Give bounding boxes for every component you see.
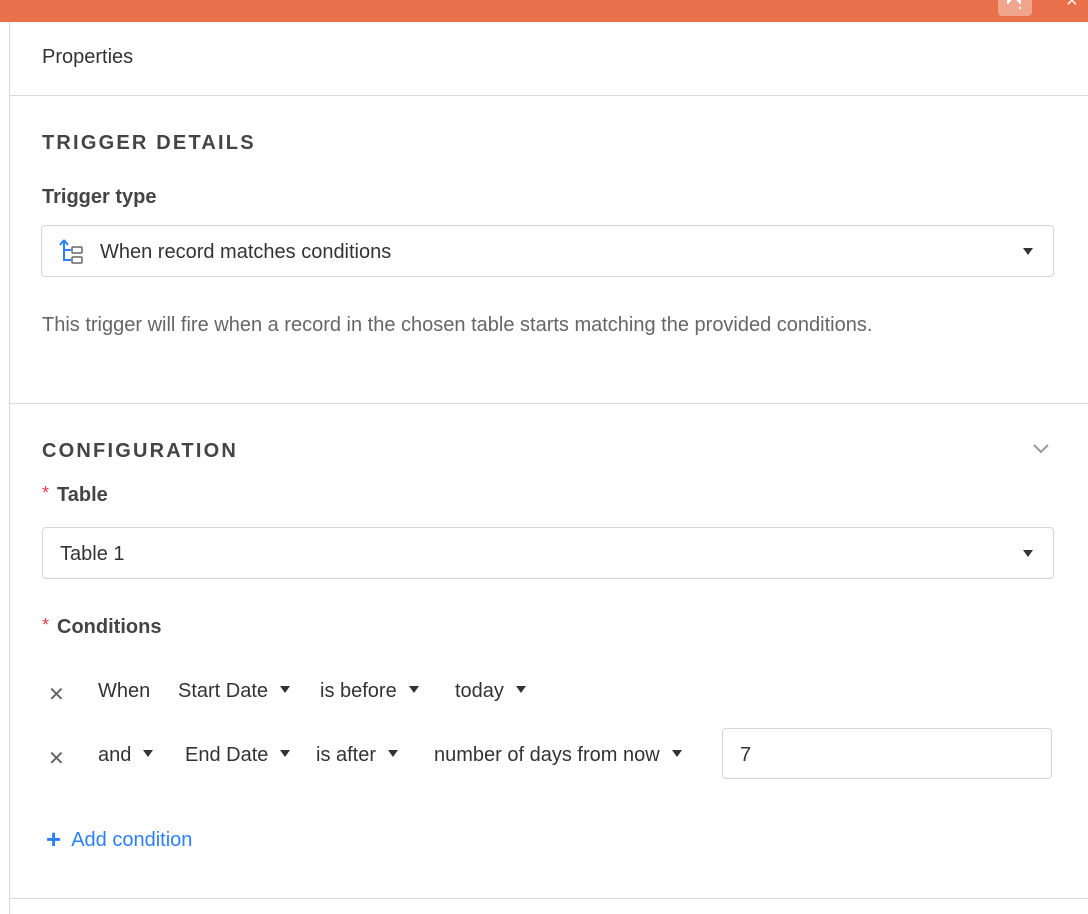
table-select-value: Table 1 [60,543,125,565]
condition-connector: When [98,680,151,702]
caret-down-icon [280,686,291,694]
condition-value-select[interactable]: today [455,680,526,703]
condition-value-select[interactable]: number of days from now [434,744,682,767]
condition-connector-select[interactable]: and [98,744,154,767]
condition-value: number of days from now [434,744,660,766]
condition-field-select[interactable]: Start Date [178,680,291,703]
expand-button[interactable] [998,0,1032,16]
window-top-bar: × [0,0,1088,22]
condition-field: Start Date [178,680,269,702]
trigger-type-label: Trigger type [42,186,157,208]
required-marker: * [42,615,50,635]
add-condition-button[interactable]: + Add condition [46,822,193,854]
caret-down-icon [143,750,154,758]
table-label: * Table [42,483,108,507]
conditions-label-text: Conditions [57,616,162,638]
trigger-description: This trigger will fire when a record in … [42,314,873,336]
trigger-type-value: When record matches conditions [100,241,392,263]
condition-field: End Date [185,744,269,766]
section-divider [10,898,1088,899]
days-number-input[interactable]: 7 [722,728,1052,779]
conditions-label: * Conditions [42,615,162,639]
conditions-tree-icon [58,238,84,271]
add-condition-label: Add condition [71,829,193,851]
condition-value: today [455,680,504,702]
plus-icon: + [46,824,62,854]
section-divider [10,403,1088,404]
chevron-down-icon [1023,248,1033,255]
page-title: Properties [42,46,134,68]
remove-condition-icon[interactable]: ✕ [48,746,65,771]
condition-operator: is after [316,744,377,766]
trigger-details-title: TRIGGER DETAILS [42,132,256,154]
left-panel-edge [0,22,10,914]
table-label-text: Table [57,484,108,506]
trigger-type-select[interactable]: When record matches conditions [41,225,1054,277]
caret-down-icon [388,750,399,758]
condition-connector: and [98,744,132,766]
expand-icon [1007,0,1021,9]
days-number-value: 7 [740,744,752,766]
condition-operator: is before [320,680,397,702]
chevron-down-icon[interactable] [1032,442,1050,460]
required-marker: * [42,483,50,503]
caret-down-icon [408,686,419,694]
caret-down-icon [671,750,682,758]
condition-field-select[interactable]: End Date [185,744,291,767]
remove-condition-icon[interactable]: ✕ [48,682,65,707]
caret-down-icon [515,686,526,694]
condition-operator-select[interactable]: is before [320,680,419,703]
close-icon[interactable]: × [1066,0,1078,11]
chevron-down-icon [1023,550,1033,557]
caret-down-icon [280,750,291,758]
table-select[interactable]: Table 1 [42,527,1054,579]
configuration-title: CONFIGURATION [42,440,238,462]
condition-operator-select[interactable]: is after [316,744,399,767]
properties-header: Properties [10,22,1088,96]
